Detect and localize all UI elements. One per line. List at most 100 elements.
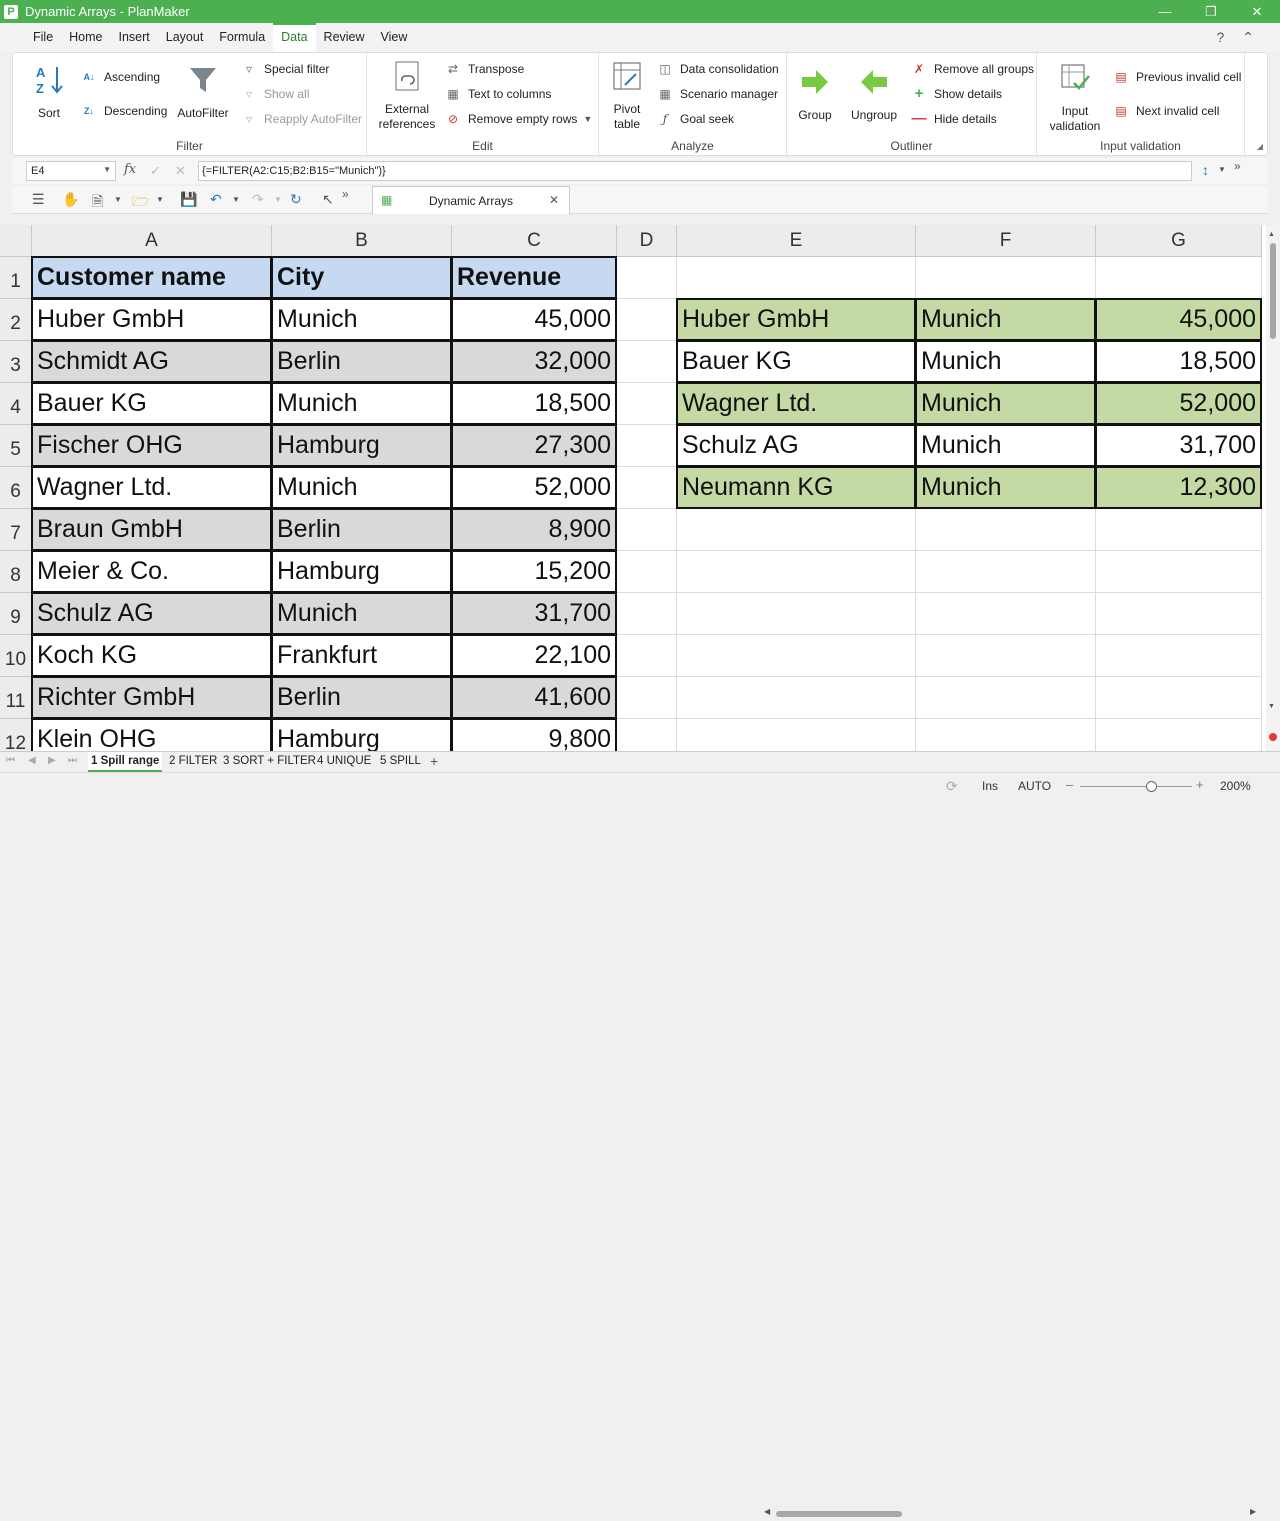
minimize-button[interactable]: — <box>1142 0 1188 23</box>
chevron-down-icon[interactable]: ▼ <box>274 195 282 204</box>
spreadsheet-grid[interactable]: A B C D E F G 1 2 3 4 5 6 7 8 9 10 11 12 Customer name City R… <box>0 225 1266 751</box>
descending-button[interactable]: Z↓ Descending <box>81 101 167 121</box>
cell-g2[interactable]: 45,000 <box>1095 298 1262 341</box>
cell-b4[interactable]: Munich <box>271 382 452 425</box>
chevron-down-icon[interactable]: ▼ <box>1218 165 1226 174</box>
redo-icon[interactable]: ↷ <box>252 191 264 208</box>
cell-e3[interactable]: Bauer KG <box>676 340 916 383</box>
chevron-down-icon[interactable]: ▼ <box>232 195 240 204</box>
column-header-c[interactable]: C <box>452 225 617 257</box>
hide-details-button[interactable]: — Hide details <box>911 109 997 129</box>
cell-g4[interactable]: 52,000 <box>1095 382 1262 425</box>
column-header-g[interactable]: G <box>1096 225 1262 257</box>
row-header-3[interactable]: 3 <box>0 341 32 383</box>
menu-data[interactable]: Data <box>273 23 316 52</box>
hand-tool-icon[interactable]: ✋ <box>62 191 79 208</box>
cell-a8[interactable]: Meier & Co. <box>31 550 272 593</box>
cell-b12[interactable]: Hamburg <box>271 718 452 751</box>
cell-a2[interactable]: Huber GmbH <box>31 298 272 341</box>
cell-f4[interactable]: Munich <box>915 382 1096 425</box>
row-header-2[interactable]: 2 <box>0 299 32 341</box>
input-validation-button[interactable]: Input validation <box>1045 61 1105 134</box>
remove-empty-rows-button[interactable]: ⊘ Remove empty rows ▼ <box>445 109 592 129</box>
row-header-7[interactable]: 7 <box>0 509 32 551</box>
first-sheet-icon[interactable]: ⏮ <box>6 755 15 766</box>
row-header-10[interactable]: 10 <box>0 635 32 677</box>
cell-g5[interactable]: 31,700 <box>1095 424 1262 467</box>
column-header-b[interactable]: B <box>272 225 452 257</box>
cell-e2[interactable]: Huber GmbH <box>676 298 916 341</box>
group-button[interactable]: Group <box>797 65 833 123</box>
row-header-1[interactable]: 1 <box>0 257 32 299</box>
cell-b10[interactable]: Frankfurt <box>271 634 452 677</box>
cell-b1[interactable]: City <box>271 256 452 299</box>
cell-c8[interactable]: 15,200 <box>451 550 617 593</box>
external-references-button[interactable]: External references <box>377 59 437 132</box>
scroll-left-icon[interactable]: ◀ <box>764 1507 770 1516</box>
cell-c5[interactable]: 27,300 <box>451 424 617 467</box>
special-filter-button[interactable]: ▿ Special filter <box>241 59 329 79</box>
select-all-corner[interactable] <box>0 225 32 257</box>
cell-b5[interactable]: Hamburg <box>271 424 452 467</box>
cell-c3[interactable]: 32,000 <box>451 340 617 383</box>
help-icon[interactable]: ? <box>1216 29 1224 46</box>
zoom-level[interactable]: 200% <box>1220 779 1251 793</box>
row-header-5[interactable]: 5 <box>0 425 32 467</box>
cell-a5[interactable]: Fischer OHG <box>31 424 272 467</box>
column-header-d[interactable]: D <box>617 225 677 257</box>
cell-g6[interactable]: 12,300 <box>1095 466 1262 509</box>
cell-b3[interactable]: Berlin <box>271 340 452 383</box>
collapse-ribbon-icon[interactable]: ⌃ <box>1242 29 1254 46</box>
zoom-out-icon[interactable]: – <box>1066 777 1073 792</box>
reapply-autofilter-button[interactable]: ▿ Reapply AutoFilter <box>241 109 362 129</box>
cell-b9[interactable]: Munich <box>271 592 452 635</box>
undo-icon[interactable]: ↶ <box>210 191 222 208</box>
pointer-icon[interactable]: ↖ <box>322 191 334 208</box>
refresh-icon[interactable]: ↻ <box>290 191 302 208</box>
calculation-mode-indicator[interactable]: AUTO <box>1018 779 1051 793</box>
column-header-e[interactable]: E <box>677 225 916 257</box>
document-tab[interactable]: ▦ Dynamic Arrays ✕ <box>372 186 570 214</box>
vertical-scroll-thumb[interactable] <box>1270 243 1276 339</box>
cell-f2[interactable]: Munich <box>915 298 1096 341</box>
open-folder-icon[interactable]: 🗁 <box>132 191 149 215</box>
confirm-icon[interactable]: ✓ <box>150 163 161 179</box>
chevron-down-icon[interactable]: ▼ <box>103 165 111 174</box>
scroll-down-icon[interactable]: ▼ <box>1268 703 1275 710</box>
cell-b11[interactable]: Berlin <box>271 676 452 719</box>
cell-a4[interactable]: Bauer KG <box>31 382 272 425</box>
menu-file[interactable]: File <box>25 23 61 52</box>
cell-f6[interactable]: Munich <box>915 466 1096 509</box>
sheet-tab-5[interactable]: 5 SPILL <box>377 752 424 772</box>
text-to-columns-button[interactable]: ▦ Text to columns <box>445 84 551 104</box>
overflow-icon[interactable]: » <box>342 187 349 201</box>
cell-c4[interactable]: 18,500 <box>451 382 617 425</box>
scroll-up-icon[interactable]: ▲ <box>1268 231 1275 238</box>
scroll-right-icon[interactable]: ▶ <box>1250 1507 1256 1516</box>
column-header-a[interactable]: A <box>32 225 272 257</box>
record-icon[interactable] <box>1269 733 1277 741</box>
cell-c1[interactable]: Revenue <box>451 256 617 299</box>
ungroup-button[interactable]: Ungroup <box>849 65 899 123</box>
show-all-button[interactable]: ▿ Show all <box>241 84 309 104</box>
sort-button[interactable]: A Z Sort <box>31 63 67 121</box>
function-icon[interactable]: fx <box>124 162 136 177</box>
autofilter-button[interactable]: AutoFilter <box>175 63 231 121</box>
row-header-11[interactable]: 11 <box>0 677 32 719</box>
show-details-button[interactable]: + Show details <box>911 84 1002 104</box>
add-sheet-icon[interactable]: + <box>430 753 438 769</box>
save-icon[interactable]: 💾 <box>180 191 197 208</box>
row-header-9[interactable]: 9 <box>0 593 32 635</box>
menu-formula[interactable]: Formula <box>211 23 273 52</box>
row-header-6[interactable]: 6 <box>0 467 32 509</box>
cell-g3[interactable]: 18,500 <box>1095 340 1262 383</box>
cell-a10[interactable]: Koch KG <box>31 634 272 677</box>
previous-invalid-cell-button[interactable]: ▤ Previous invalid cell <box>1113 67 1241 87</box>
cell-e6[interactable]: Neumann KG <box>676 466 916 509</box>
menu-review[interactable]: Review <box>316 23 373 52</box>
zoom-slider-handle[interactable] <box>1146 781 1157 792</box>
pivot-table-button[interactable]: Pivot table <box>609 59 645 132</box>
menu-view[interactable]: View <box>373 23 416 52</box>
close-tab-icon[interactable]: ✕ <box>549 193 559 207</box>
vertical-scrollbar[interactable]: ▲ ▼ <box>1266 225 1280 751</box>
